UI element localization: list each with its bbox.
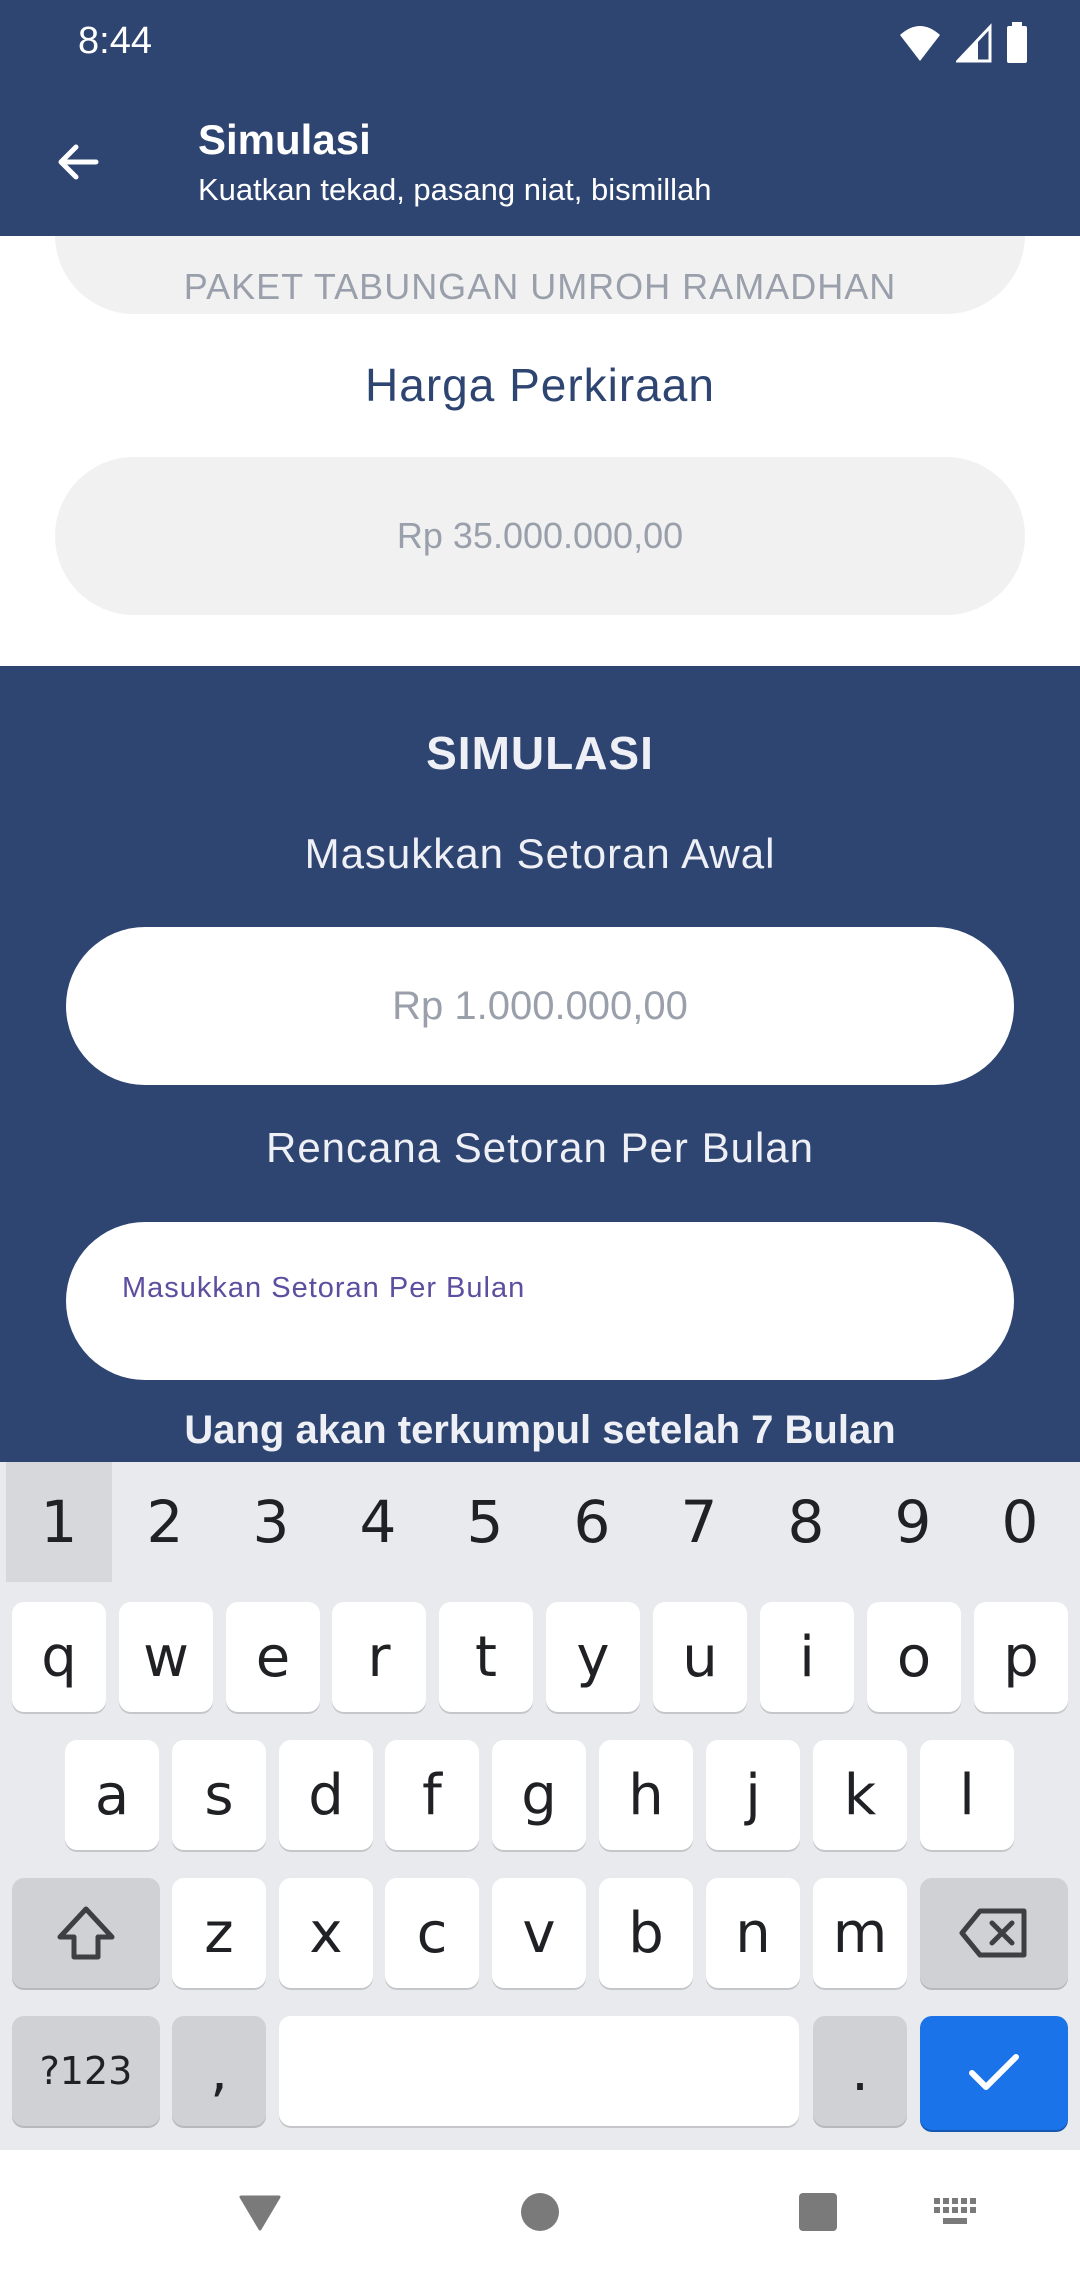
nav-home-circle-icon xyxy=(521,2193,559,2231)
key-0[interactable]: 0 xyxy=(967,1462,1073,1582)
simulation-content: PAKET TABUNGAN UMROH RAMADHAN Harga Perk… xyxy=(0,236,1080,1462)
setoran-awal-value: Rp 1.000.000,00 xyxy=(392,983,688,1028)
key-4[interactable]: 4 xyxy=(325,1462,431,1582)
simulasi-title: SIMULASI xyxy=(426,727,654,779)
setoran-awal-label: Masukkan Setoran Awal xyxy=(304,830,776,877)
setoran-per-bulan-input[interactable]: Masukkan Setoran Per Bulan xyxy=(66,1222,1014,1380)
key-r[interactable]: r xyxy=(332,1602,426,1712)
package-value: PAKET TABUNGAN UMROH RAMADHAN xyxy=(183,266,897,307)
key-a[interactable]: a xyxy=(65,1740,159,1850)
page-subtitle: Kuatkan tekad, pasang niat, bismillah xyxy=(198,172,712,207)
nav-home-button[interactable] xyxy=(510,2182,570,2242)
key-g[interactable]: g xyxy=(492,1740,586,1850)
harga-value: Rp 35.000.000,00 xyxy=(396,515,684,556)
nav-recents-button[interactable] xyxy=(788,2182,848,2242)
key-t[interactable]: t xyxy=(439,1602,533,1712)
backspace-key[interactable] xyxy=(920,1878,1068,1988)
key-c[interactable]: c xyxy=(385,1878,479,1988)
key-6[interactable]: 6 xyxy=(539,1462,645,1582)
key-w[interactable]: w xyxy=(119,1602,213,1712)
check-icon xyxy=(969,2054,1019,2090)
nav-back-triangle-icon xyxy=(239,2195,281,2231)
status-icons xyxy=(898,22,1028,64)
rencana-setoran-label: Rencana Setoran Per Bulan xyxy=(265,1124,814,1171)
key-9[interactable]: 9 xyxy=(860,1462,966,1582)
key-s[interactable]: s xyxy=(172,1740,266,1850)
key-p[interactable]: p xyxy=(974,1602,1068,1712)
space-key[interactable] xyxy=(279,2016,799,2126)
wifi-icon xyxy=(900,26,940,61)
done-key[interactable] xyxy=(920,2016,1068,2130)
setoran-per-bulan-hint: Masukkan Setoran Per Bulan xyxy=(122,1272,526,1304)
key-n[interactable]: n xyxy=(706,1878,800,1988)
key-o[interactable]: o xyxy=(867,1602,961,1712)
setoran-awal-input[interactable]: Rp 1.000.000,00 xyxy=(66,927,1014,1085)
simulasi-panel: SIMULASI Masukkan Setoran Awal Rp 1.000.… xyxy=(0,666,1080,1462)
key-d[interactable]: d xyxy=(279,1740,373,1850)
system-nav-bar xyxy=(0,2150,1080,2280)
key-e[interactable]: e xyxy=(226,1602,320,1712)
app-bar: Simulasi Kuatkan tekad, pasang niat, bis… xyxy=(0,88,1080,236)
keyboard-switch-button[interactable] xyxy=(928,2188,984,2236)
key-5[interactable]: 5 xyxy=(432,1462,538,1582)
key-2[interactable]: 2 xyxy=(112,1462,218,1582)
backspace-icon xyxy=(959,1908,1027,1958)
key-y[interactable]: y xyxy=(546,1602,640,1712)
shift-icon xyxy=(57,1906,115,1960)
key-i[interactable]: i xyxy=(760,1602,854,1712)
soft-keyboard: 1 2 3 4 5 6 7 8 9 0 q w e r t y u i o p … xyxy=(0,1462,1080,2150)
back-button[interactable] xyxy=(40,124,116,200)
key-q[interactable]: q xyxy=(12,1602,106,1712)
key-8[interactable]: 8 xyxy=(753,1462,859,1582)
status-bar: 8:44 xyxy=(0,0,1080,88)
symbols-key[interactable]: ?123 xyxy=(12,2016,160,2126)
key-m[interactable]: m xyxy=(813,1878,907,1988)
key-b[interactable]: b xyxy=(599,1878,693,1988)
result-text: Uang akan terkumpul setelah 7 Bulan xyxy=(184,1408,896,1452)
signal-icon xyxy=(956,23,992,63)
status-time: 8:44 xyxy=(78,20,152,62)
shift-key[interactable] xyxy=(12,1878,160,1988)
key-z[interactable]: z xyxy=(172,1878,266,1988)
period-key[interactable]: . xyxy=(813,2016,907,2126)
harga-label: Harga Perkiraan xyxy=(365,359,715,411)
key-h[interactable]: h xyxy=(599,1740,693,1850)
key-1[interactable]: 1 xyxy=(6,1462,112,1582)
nav-recents-square-icon xyxy=(799,2193,837,2231)
arrow-back-icon xyxy=(58,144,99,180)
key-l[interactable]: l xyxy=(920,1740,1014,1850)
comma-key[interactable]: , xyxy=(172,2016,266,2126)
key-u[interactable]: u xyxy=(653,1602,747,1712)
key-3[interactable]: 3 xyxy=(218,1462,324,1582)
nav-back-button[interactable] xyxy=(230,2182,290,2242)
key-7[interactable]: 7 xyxy=(646,1462,752,1582)
key-f[interactable]: f xyxy=(385,1740,479,1850)
key-v[interactable]: v xyxy=(492,1878,586,1988)
page-title: Simulasi xyxy=(198,116,371,163)
key-j[interactable]: j xyxy=(706,1740,800,1850)
package-field[interactable]: PAKET TABUNGAN UMROH RAMADHAN xyxy=(55,236,1025,314)
keyboard-icon xyxy=(934,2198,976,2224)
key-x[interactable]: x xyxy=(279,1878,373,1988)
harga-field: Rp 35.000.000,00 xyxy=(55,457,1025,615)
battery-icon xyxy=(1007,22,1027,63)
key-k[interactable]: k xyxy=(813,1740,907,1850)
